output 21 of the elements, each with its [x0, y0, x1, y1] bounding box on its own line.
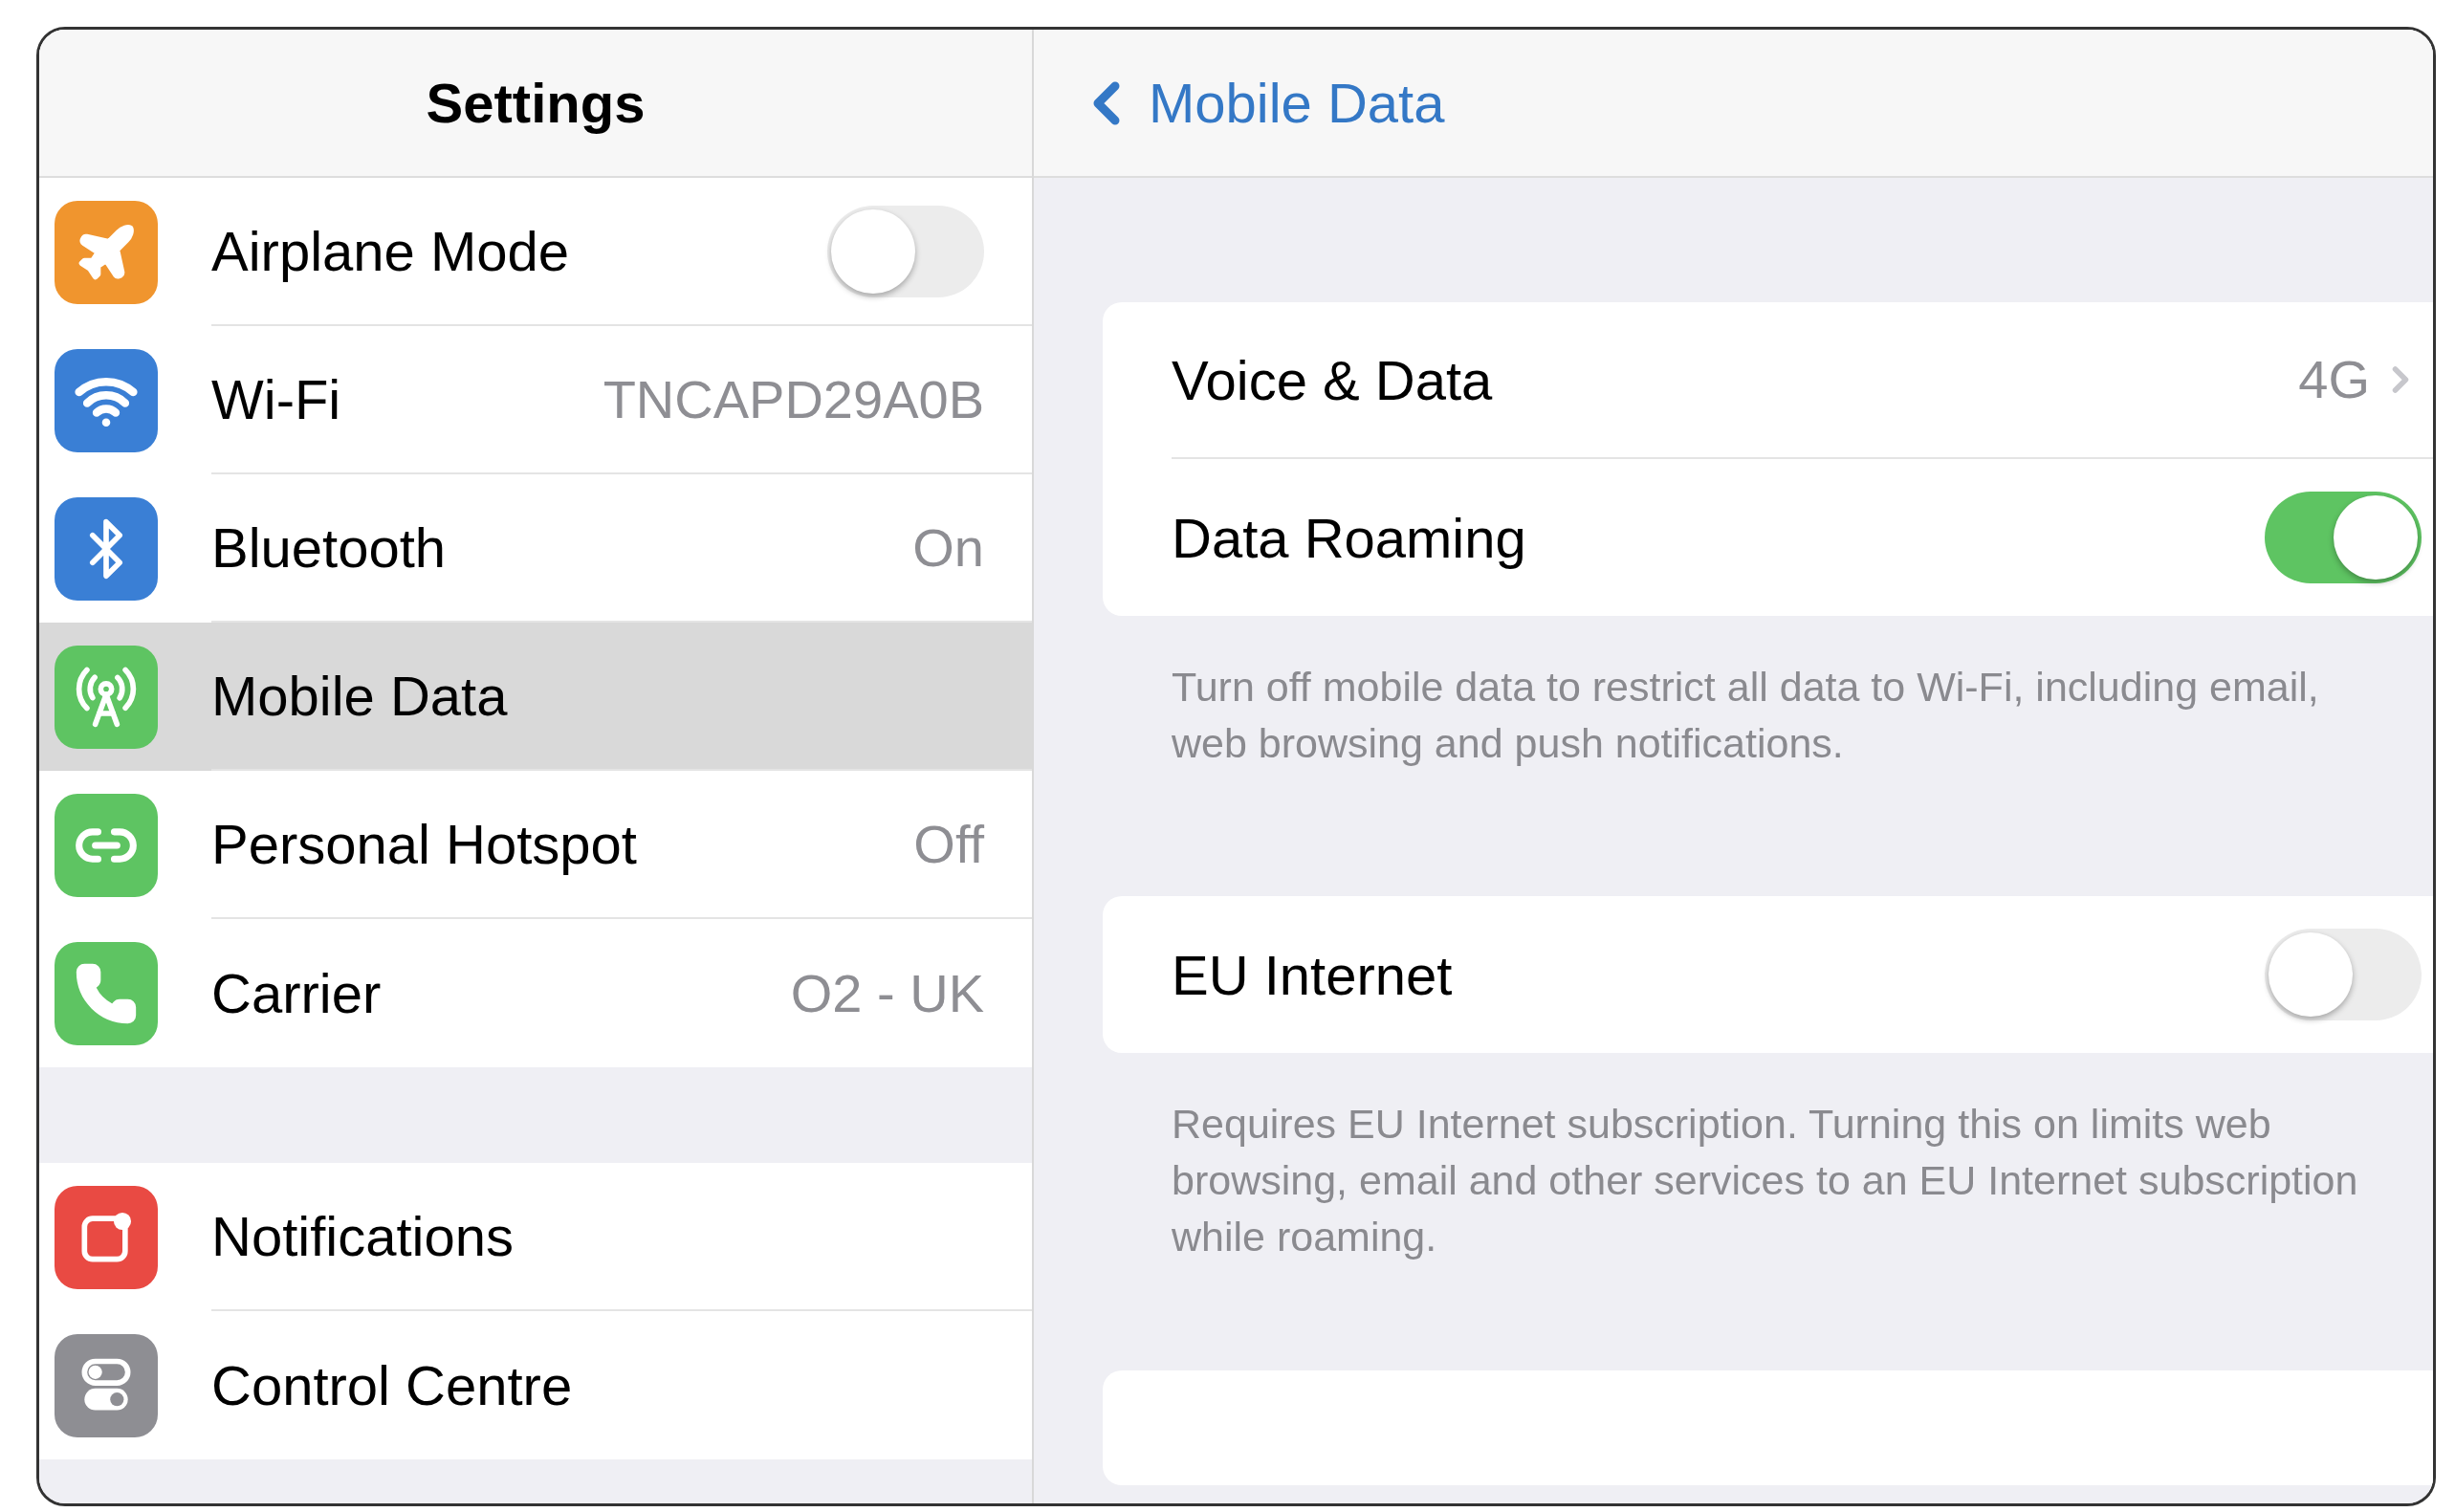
row-label: Data Roaming	[1172, 505, 1526, 571]
row-value: Off	[913, 812, 984, 876]
back-button[interactable]: Mobile Data	[1072, 61, 1445, 144]
row-value: O2 - UK	[790, 961, 984, 1025]
row-label: Personal Hotspot	[211, 812, 637, 877]
row-label: Bluetooth	[211, 515, 447, 581]
row-label: Carrier	[211, 961, 382, 1026]
row-label: Voice & Data	[1172, 347, 1493, 413]
settings-row[interactable]: Mobile Data	[39, 623, 1032, 771]
row-value: TNCAPD29A0B	[603, 367, 984, 431]
row-label: Control Centre	[211, 1353, 573, 1418]
row-label: Notifications	[211, 1204, 514, 1269]
row-label: EU Internet	[1172, 942, 1453, 1008]
row-value: On	[912, 515, 984, 580]
row-label: Wi-Fi	[211, 367, 341, 432]
section-footer: Turn off mobile data to restrict all data to Wi-Fi, including email, web browsing and push notifications.	[1103, 616, 2433, 896]
row-label: Mobile Data	[211, 664, 508, 729]
sidebar-title: Settings	[426, 71, 646, 136]
section-footer: Requires EU Internet subscription. Turning this on limits web browsing, email and other services to an EU Internet subscription while roaming.	[1103, 1053, 2433, 1390]
row-label: Airplane Mode	[211, 219, 569, 284]
row-value: 4G	[2298, 348, 2370, 411]
